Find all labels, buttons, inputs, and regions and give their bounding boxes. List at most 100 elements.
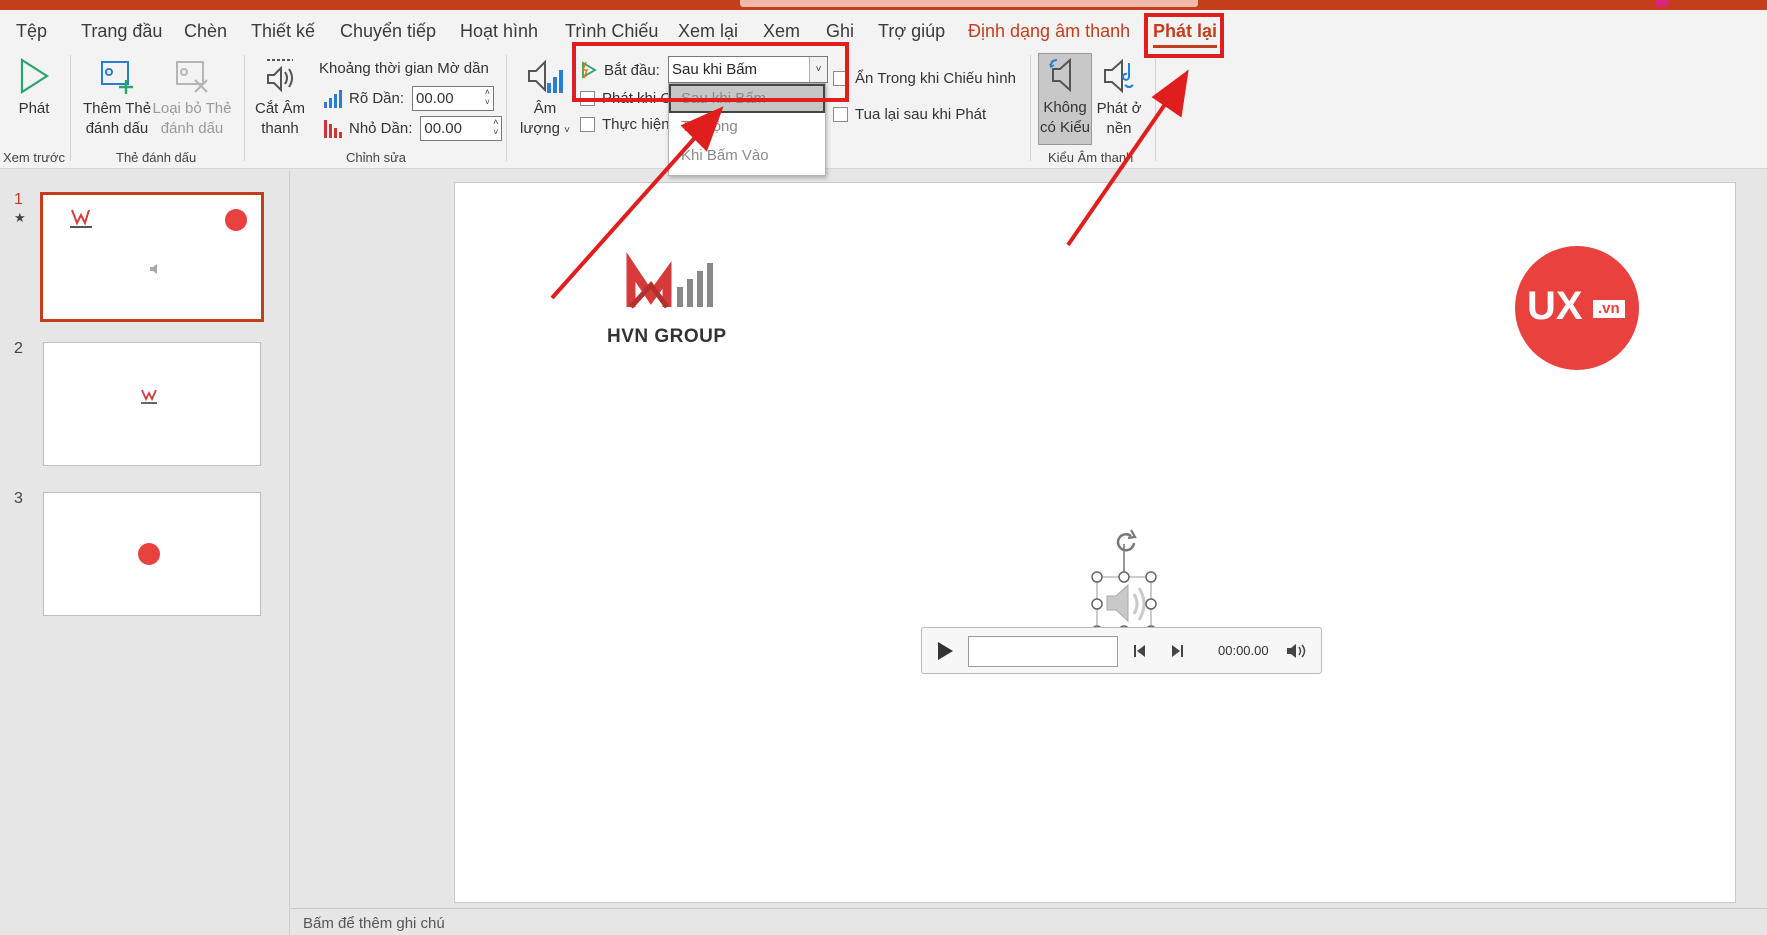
hide-label: Ẩn Trong khi Chiếu hình [855,70,1016,87]
loop-option[interactable]: Thực hiện [580,116,670,133]
fade-out-label: Nhỏ Dần: [349,120,413,137]
notes-placeholder: Bấm để thêm ghi chú [303,915,445,932]
volume-label: Âm lượng [520,100,560,137]
player-progress-track[interactable] [968,636,1118,667]
start-option-on-click[interactable]: Sau khi Bấm [669,84,825,113]
trim-audio-label: Cắt Âm thanh [254,100,305,137]
add-bookmark-button[interactable]: Thêm Thẻ đánh dấu [80,57,154,139]
volume-icon [528,59,563,93]
powerpoint-window: Tệp Trang đầu Chèn Thiết kế Chuyển tiếp … [0,0,1767,935]
tab-record[interactable]: Ghi [826,21,854,42]
audio-object-selected[interactable] [1085,514,1165,644]
fade-out-icon [324,119,342,138]
fade-duration-title: Khoảng thời gian Mờ dần [319,60,489,77]
ux-logo-text: UX [1527,284,1583,328]
slide-number: 2 [14,340,23,357]
hvn-group-text: HVN GROUP [607,326,727,347]
start-select[interactable]: Sau khi Bấm ˅ [668,56,828,83]
remove-bookmark-button[interactable]: Loại bỏ Thẻ đánh dấu [152,57,232,139]
tab-review[interactable]: Xem lại [678,21,738,42]
thumb-hvn-logo [141,389,157,404]
thumb-audio-icon [150,264,157,274]
ribbon-playback: Phát Xem trước Thêm Thẻ đánh dấu Loại bỏ… [0,53,1767,169]
tab-home[interactable]: Trang đầu [81,21,162,42]
thumb-hvn-logo [70,209,92,228]
tab-file[interactable]: Tệp [16,21,47,42]
slide-thumbnail-1[interactable] [40,192,264,322]
no-style-speaker-icon [1049,57,1071,93]
hvn-group-logo [626,252,713,309]
no-style-button[interactable]: Không có Kiểu [1038,53,1092,145]
tab-help[interactable]: Trợ giúp [878,21,945,42]
account-avatar[interactable] [1655,0,1669,8]
tab-audio-format[interactable]: Định dạng âm thanh [968,21,1130,42]
tab-slideshow[interactable]: Trình Chiếu [565,21,658,42]
tab-insert[interactable]: Chèn [184,21,227,42]
notes-pane[interactable]: Bấm để thêm ghi chú [291,908,1767,935]
rewind-checkbox[interactable] [833,107,848,122]
group-separator [70,55,71,161]
start-option-automatic[interactable]: Tự động [669,113,825,142]
player-step-back-icon[interactable] [1132,643,1148,659]
ux-logo-suffix: .vn [1593,300,1625,318]
spinner-arrows-icon[interactable]: ˄ ˅ [485,87,490,107]
remove-bookmark-icon [176,61,208,93]
slide-thumbnail-pane: 1 ★ 2 3 [0,170,290,935]
slide-number: 3 [14,490,23,507]
player-time: 00:00.00 [1218,643,1269,658]
start-dropdown-list: Sau khi Bấm Tự động Khi Bấm Vào [668,83,826,176]
audio-player-bar: 00:00.00 [921,627,1322,674]
play-in-background-button[interactable]: Phát ở nền [1094,57,1144,139]
group-separator [506,55,507,161]
spinner-arrows-icon[interactable]: ˄ ˅ [493,117,498,137]
player-play-icon[interactable] [934,640,956,662]
fade-in-icon [324,89,342,108]
tab-transitions[interactable]: Chuyển tiếp [340,21,436,42]
volume-button[interactable]: Âm lượng ˅ [516,57,574,141]
thumb-ux-badge [225,209,247,231]
title-bar [0,0,1767,10]
play-label: Phát [18,100,50,117]
chevron-down-icon[interactable]: ˅ [809,57,827,82]
chevron-down-icon: ˅ [564,125,570,136]
trim-audio-button[interactable]: Cắt Âm thanh [252,57,308,139]
background-play-label: Phát ở nền [1096,100,1142,137]
slide-thumbnail-3[interactable] [43,492,261,616]
animation-star-icon: ★ [14,210,26,225]
no-style-label: Không có Kiểu [1039,99,1091,136]
group-separator [1030,55,1031,161]
group-separator [1155,55,1156,161]
loop-checkbox[interactable] [580,117,595,132]
tab-design[interactable]: Thiết kế [251,21,315,42]
play-across-slides-option[interactable]: Phát khi C [580,90,671,107]
ribbon-tabs: Tệp Trang đầu Chèn Thiết kế Chuyển tiếp … [0,10,1767,53]
play-button[interactable]: Phát [12,57,56,119]
tab-playback[interactable]: Phát lại [1153,21,1218,48]
add-bookmark-label: Thêm Thẻ đánh dấu [82,100,152,137]
hide-checkbox[interactable] [833,71,848,86]
slide-thumbnail-2[interactable] [43,342,261,466]
hide-during-show-option[interactable]: Ẩn Trong khi Chiếu hình [833,70,1016,87]
rewind-label: Tua lại sau khi Phát [855,106,987,123]
rewind-option[interactable]: Tua lại sau khi Phát [833,106,986,123]
thumb-ux-badge [138,543,160,565]
player-step-forward-icon[interactable] [1169,643,1185,659]
start-lightning-icon [581,61,597,79]
fade-in-input[interactable]: 00.00 ˄ ˅ [412,86,495,111]
fade-out-input[interactable]: 00.00 ˄ ˅ [420,116,503,141]
slide-canvas[interactable]: HVN GROUP UX .vn 00:00.00 [454,182,1736,903]
search-bar[interactable] [740,0,1198,7]
add-bookmark-icon [101,61,133,94]
fade-in-row: Rõ Dần: 00.00 ˄ ˅ [323,86,495,111]
trim-audio-icon [267,59,293,93]
start-option-when-clicked[interactable]: Khi Bấm Vào [669,142,825,171]
ux-vn-logo: UX .vn [1515,246,1639,370]
play-across-checkbox[interactable] [580,91,595,106]
tab-animations[interactable]: Hoạt hình [460,21,538,42]
start-label: Bắt đầu: [604,61,660,79]
player-volume-icon[interactable] [1286,643,1306,659]
tab-view[interactable]: Xem [763,21,800,42]
start-row: Bắt đầu: [580,61,660,79]
group-label-audio-styles: Kiểu Âm thanh [1048,150,1134,165]
play-icon [20,57,50,95]
